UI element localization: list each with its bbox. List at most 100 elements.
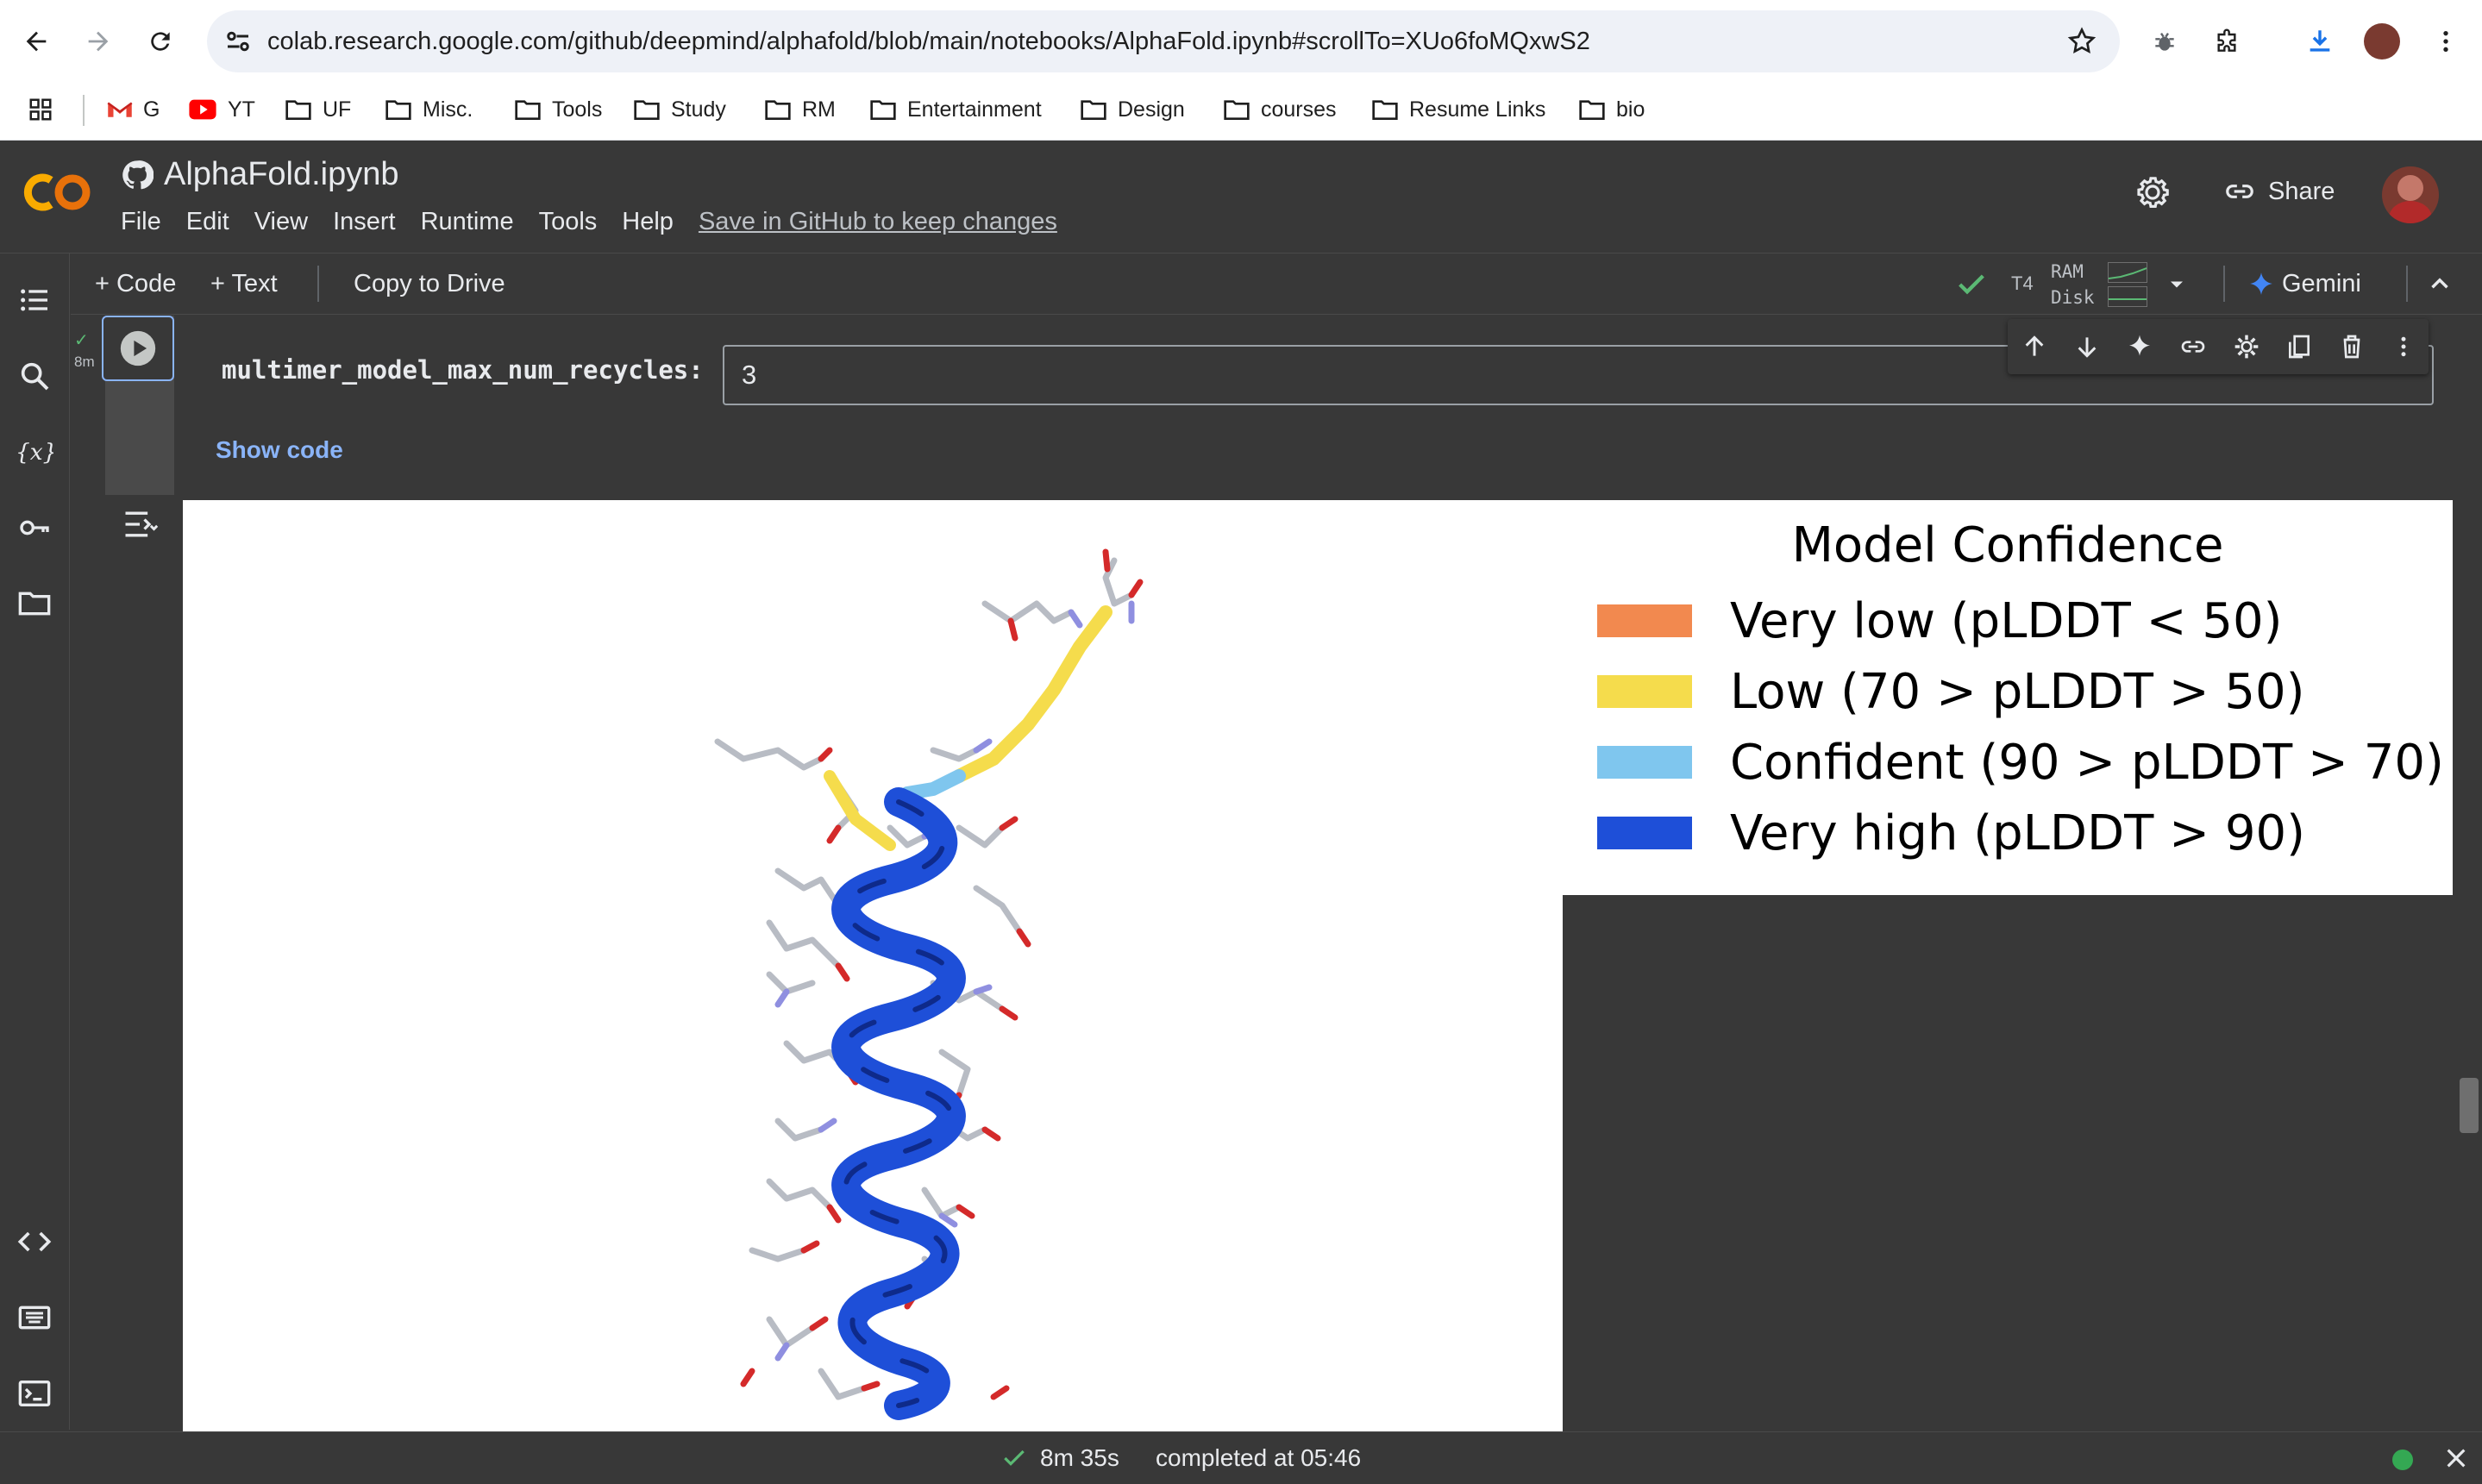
folder-icon [285,100,311,120]
show-code-link[interactable]: Show code [216,436,343,464]
menu-runtime[interactable]: Runtime [421,208,514,236]
menu-file[interactable]: File [121,208,161,236]
bookmark-entertainment[interactable]: Entertainment [869,83,1042,136]
legend-item: Very low (pLDDT < 50) [1597,593,2282,649]
folder-icon [1372,100,1398,120]
toolbar-divider [2223,266,2225,302]
url-text[interactable]: colab.research.google.com/github/deepmin… [267,10,1590,72]
more-vert-icon [2443,31,2448,52]
search-button[interactable] [14,355,55,397]
colab-logo-icon[interactable] [22,166,95,218]
more-vert-icon[interactable] [2391,333,2416,360]
completion-status: completed at 05:46 [1156,1444,1362,1471]
bookmark-bio[interactable]: bio [1578,83,1645,136]
avatar [2364,23,2400,59]
secrets-button[interactable] [14,507,55,548]
run-cell-button[interactable] [102,316,174,381]
apps-button[interactable] [28,83,64,136]
cell-toolbar [2008,319,2429,374]
bookmark-courses[interactable]: courses [1223,83,1337,136]
low-confidence-coil [824,770,896,851]
left-sidebar: {x} [0,254,70,1430]
bookmark-design[interactable]: Design [1080,83,1185,136]
svg-text:{x}: {x} [16,439,53,466]
profile-button[interactable] [2356,16,2408,67]
menu-bar: File Edit View Insert Runtime Tools Help… [121,208,1082,236]
protein-render [714,548,1144,1420]
extension-bug-button[interactable] [2139,16,2191,67]
save-in-github-link[interactable]: Save in GitHub to keep changes [699,208,1057,236]
bookmark-rm[interactable]: RM [764,83,836,136]
folder-icon [1224,100,1250,120]
arrow-up-icon[interactable] [2021,333,2048,360]
resources-indicator[interactable]: RAM Disk [2051,259,2095,310]
folder-icon [870,100,896,120]
play-icon [120,330,156,366]
legend-swatch-very-low [1597,604,1692,637]
close-icon[interactable] [2442,1444,2470,1472]
menu-insert[interactable]: Insert [333,208,396,236]
gmail-icon [107,102,133,117]
notebook-title[interactable]: AlphaFold.ipynb [121,156,399,193]
downloads-button[interactable] [2294,16,2346,67]
command-palette-button[interactable] [14,1297,55,1338]
link-icon[interactable] [2178,333,2208,360]
gemini-button[interactable]: Gemini [2249,254,2361,314]
address-bar[interactable]: colab.research.google.com/github/deepmin… [207,10,2120,72]
folder-icon [1579,100,1605,120]
menu-tools[interactable]: Tools [539,208,598,236]
caret-down-icon[interactable] [2165,272,2189,297]
back-button[interactable] [10,16,62,67]
extensions-button[interactable] [2201,16,2253,67]
bookmark-misc[interactable]: Misc. [385,83,473,136]
bookmark-uf[interactable]: UF [285,83,351,136]
code-snippets-button[interactable] [14,1221,55,1262]
menu-view[interactable]: View [254,208,308,236]
terminal-icon [18,1381,51,1406]
files-button[interactable] [14,583,55,624]
site-settings-icon [227,31,249,52]
gear-icon[interactable] [2233,333,2260,360]
add-text-button[interactable]: + Text [210,254,278,314]
bookmark-resume-links[interactable]: Resume Links [1371,83,1545,136]
menu-help[interactable]: Help [622,208,674,236]
menu-edit[interactable]: Edit [186,208,229,236]
share-button[interactable]: Share [2223,175,2335,208]
reload-icon [151,32,170,51]
gemini-sparkle-icon[interactable] [2126,333,2153,360]
execution-time: 8m [74,354,95,370]
protein-structure-image [183,500,1563,1431]
runtime-status-dot [2392,1450,2413,1470]
bookmark-youtube[interactable]: YT [188,83,255,136]
colab-header: AlphaFold.ipynb File Edit View Insert Ru… [0,141,2482,254]
mirror-cell-icon[interactable] [2285,333,2313,360]
avatar[interactable] [2382,166,2439,223]
browser-menu-button[interactable] [2420,16,2472,67]
table-of-contents-button[interactable] [14,279,55,321]
github-icon [122,160,154,189]
bookmark-study[interactable]: Study [633,83,726,136]
copy-to-drive-button[interactable]: Copy to Drive [354,254,505,314]
variables-button[interactable]: {x} [14,431,55,473]
terminal-button[interactable] [14,1373,55,1414]
reload-button[interactable] [135,16,186,67]
folder-icon [18,592,51,616]
bookmark-tools[interactable]: Tools [514,83,602,136]
arrow-down-icon[interactable] [2073,333,2101,360]
notebook-scrollbar[interactable] [2460,1078,2479,1133]
star-icon [2067,27,2097,54]
ram-sparkline-icon [2108,267,2147,279]
download-icon [2310,30,2330,52]
bookmark-gmail[interactable]: G [107,83,160,136]
keyboard-icon [18,1306,51,1330]
variables-icon: {x} [16,439,53,466]
chevron-up-icon[interactable] [2425,269,2454,298]
add-code-button[interactable]: + Code [95,254,176,314]
forward-button[interactable] [72,16,124,67]
trash-icon[interactable] [2338,333,2366,360]
settings-gear-icon[interactable] [2132,172,2173,213]
legend-item: Low (70 > pLDDT > 50) [1597,664,2305,720]
output-actions-icon[interactable] [121,505,159,543]
arrow-left-icon [26,31,47,52]
elapsed-time: 8m 35s [1040,1444,1119,1471]
